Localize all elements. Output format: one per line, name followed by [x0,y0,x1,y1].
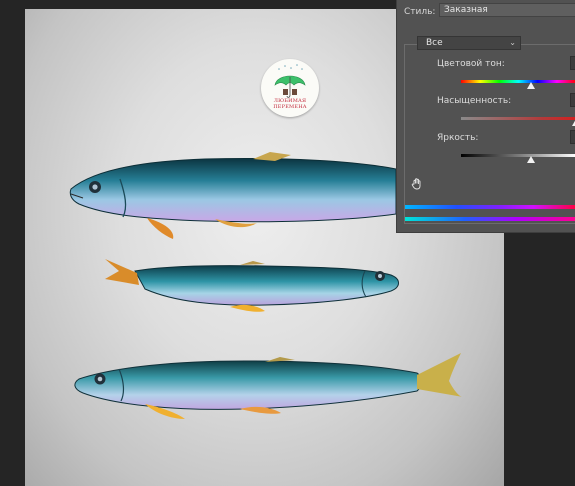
hue-slider-thumb[interactable] [527,82,536,89]
hue-value-field[interactable] [570,56,575,70]
logo-caption: ЛЮБИМАЯ ПЕРЕМЕНА [263,98,317,110]
hue-saturation-panel: Стиль: Заказная Все ⌄ Цветовой тон: Насы… [396,0,575,233]
saturation-label: Насыщенность: [437,96,512,106]
range-dropdown-value: Все [426,38,443,48]
brightness-label: Яркость: [437,133,479,143]
hand-icon[interactable] [411,178,423,190]
hue-slider-track[interactable] [461,80,575,83]
brightness-value-field[interactable] [570,130,575,144]
source-color-bar [405,205,575,209]
settings-group [404,44,575,224]
hue-label: Цветовой тон: [437,59,505,69]
range-dropdown[interactable]: Все ⌄ [417,36,521,50]
result-color-bar [405,217,575,221]
style-field[interactable]: Заказная [439,3,575,17]
style-label: Стиль: [404,7,436,17]
logo-stamp: ЛЮБИМАЯ ПЕРЕМЕНА [261,59,319,117]
saturation-slider-track[interactable] [461,117,575,120]
saturation-value-field[interactable] [570,93,575,107]
chevron-down-icon: ⌄ [509,38,516,47]
brightness-slider-track[interactable] [461,154,575,157]
brightness-slider-thumb[interactable] [527,156,536,163]
logo-caption-line2: ПЕРЕМЕНА [273,104,307,110]
